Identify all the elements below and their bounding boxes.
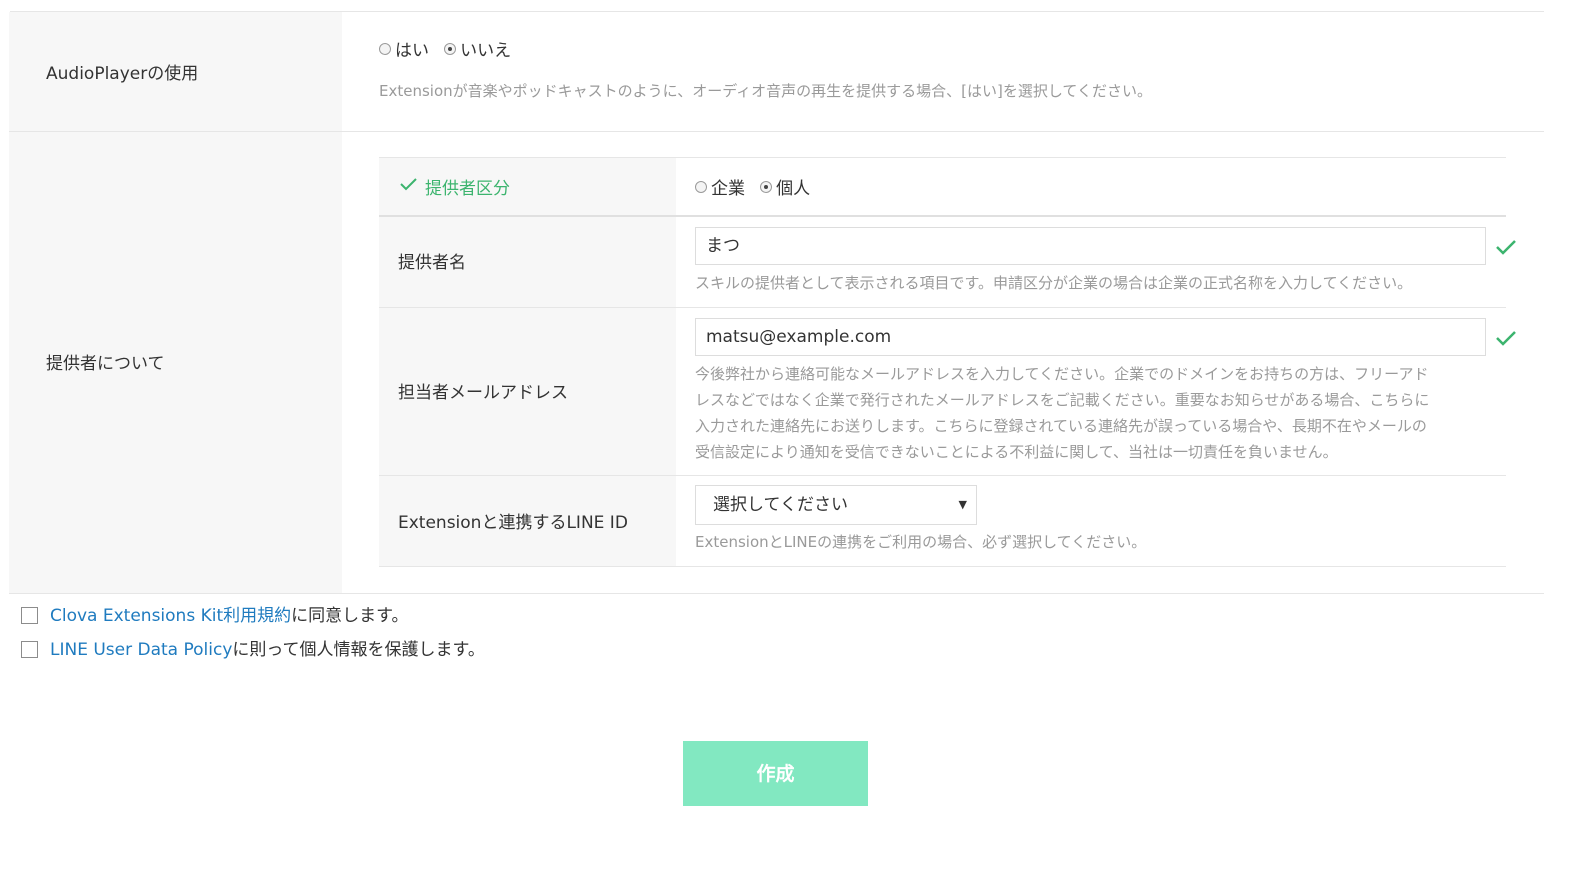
provider-name-label: 提供者名	[398, 253, 466, 273]
data-policy-checkbox[interactable]	[21, 641, 38, 658]
create-button[interactable]: 作成	[683, 741, 868, 806]
line-id-label: Extensionと連携するLINE ID	[398, 513, 628, 533]
category-individual-radio[interactable]	[760, 180, 773, 193]
line-id-select-value: 選択してください	[713, 495, 848, 515]
email-label-cell: 担当者メールアドレス	[379, 308, 676, 475]
audioplayer-yes-radio[interactable]	[379, 42, 391, 55]
email-label: 担当者メールアドレス	[398, 383, 568, 403]
email-input[interactable]: matsu@example.com	[695, 318, 1486, 356]
row-divider	[9, 593, 1544, 594]
provider-name-input[interactable]: まつ	[695, 227, 1486, 265]
category-label: 提供者区分	[425, 179, 510, 199]
email-help-line: 入力された連絡先にお送りします。こちらに登録されている連絡先が誤っている場合や、…	[695, 417, 1427, 435]
terms-checkbox[interactable]	[21, 607, 38, 624]
terms-agreement: Clova Extensions Kit利用規約に同意します。	[50, 601, 408, 626]
category-company-radio[interactable]	[695, 180, 707, 193]
terms-text: に同意します。	[291, 606, 409, 626]
check-icon	[400, 178, 417, 191]
provider-label-cell: 提供者について	[9, 132, 342, 593]
subrow-divider	[379, 566, 1506, 567]
data-policy-text: に則って個人情報を保護します。	[232, 640, 485, 660]
data-policy-agreement: LINE User Data Policyに則って個人情報を保護します。	[50, 635, 485, 660]
audioplayer-help-text: Extensionが音楽やポッドキャストのように、オーディオ音声の再生を提供する…	[379, 82, 1152, 100]
category-company-label[interactable]: 企業	[711, 179, 745, 199]
data-policy-link[interactable]: LINE User Data Policy	[50, 640, 232, 660]
valid-check-icon	[1496, 331, 1516, 346]
audioplayer-label: AudioPlayerの使用	[46, 64, 199, 84]
valid-check-icon	[1496, 240, 1516, 255]
category-label-cell: 提供者区分	[379, 158, 676, 215]
audioplayer-no-radio[interactable]	[444, 42, 457, 55]
email-help-line: 今後弊社から連絡可能なメールアドレスを入力してください。企業でのドメインをお持ち…	[695, 365, 1429, 383]
provider-name-help: スキルの提供者として表示される項目です。申請区分が企業の場合は企業の正式名称を入…	[695, 274, 1413, 292]
audioplayer-yes-label[interactable]: はい	[395, 41, 429, 61]
category-individual-label[interactable]: 個人	[776, 179, 810, 199]
email-help-line: 受信設定により通知を受信できないことによる不利益に関して、当社は一切責任を負いま…	[695, 443, 1338, 461]
line-id-select[interactable]: 選択してください ▼	[695, 485, 977, 525]
audioplayer-radio-group: はい いいえ	[379, 36, 521, 61]
line-id-help: ExtensionとLINEの連携をご利用の場合、必ず選択してください。	[695, 533, 1147, 551]
email-help-text: 今後弊社から連絡可能なメールアドレスを入力してください。企業でのドメインをお持ち…	[695, 361, 1429, 465]
dropdown-arrow-icon: ▼	[958, 498, 967, 511]
provider-name-label-cell: 提供者名	[379, 217, 676, 307]
provider-section-label: 提供者について	[46, 354, 165, 374]
audioplayer-no-label[interactable]: いいえ	[460, 41, 511, 61]
email-help-line: レスなどではなく企業で発行されたメールアドレスをご記載ください。重要なお知らせが…	[695, 391, 1430, 409]
category-radio-group: 企業 個人	[695, 174, 820, 199]
line-id-label-cell: Extensionと連携するLINE ID	[379, 476, 676, 566]
audioplayer-label-cell: AudioPlayerの使用	[9, 12, 342, 131]
terms-link[interactable]: Clova Extensions Kit利用規約	[50, 606, 291, 626]
